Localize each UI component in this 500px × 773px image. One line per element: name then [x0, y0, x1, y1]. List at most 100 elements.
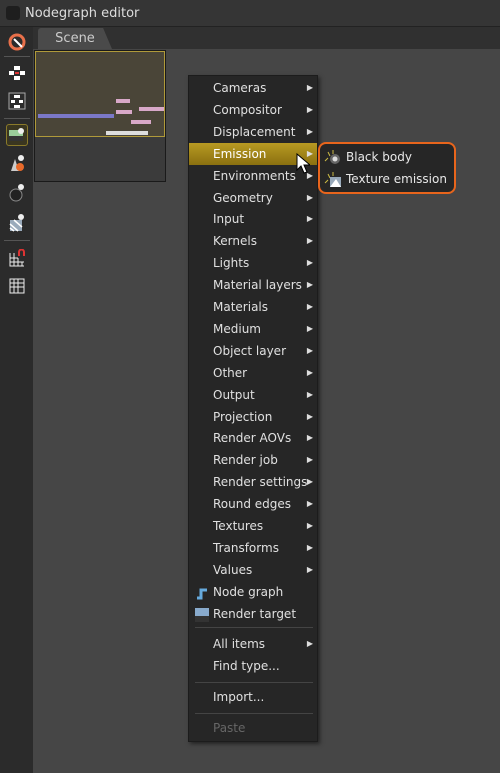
menu-item-label: Object layer [213, 343, 287, 358]
menu-item-label: Output [213, 387, 255, 402]
submenu-arrow-icon: ▶ [306, 280, 313, 290]
submenu-arrow-icon: ▶ [306, 323, 313, 333]
menu-item-transforms[interactable]: Transforms ▶ [189, 537, 317, 559]
geometry-icon[interactable] [6, 153, 28, 175]
menu-item-textures[interactable]: Textures ▶ [189, 515, 317, 537]
menu-item-medium[interactable]: Medium ▶ [189, 318, 317, 340]
menu-item-import[interactable]: Import... [189, 686, 317, 708]
menu-separator [195, 682, 313, 683]
menu-item-label: Render settings [213, 475, 308, 490]
submenu-arrow-icon: ▶ [306, 83, 313, 92]
expand-nodes-icon[interactable] [6, 62, 28, 84]
menu-item-node-graph[interactable]: Node graph [189, 581, 317, 603]
menu-item-label: Materials [213, 300, 269, 314]
menu-item-all-items[interactable]: All items ▶ [189, 633, 317, 655]
menu-item-render-target[interactable]: Render target [189, 603, 317, 625]
submenu-arrow-icon: ▶ [306, 104, 313, 114]
menu-item-label: Textures [213, 519, 264, 533]
navigator-thumbnail[interactable] [34, 50, 166, 182]
menu-item-label: Paste [213, 721, 246, 735]
menu-item-label: Displacement [213, 124, 296, 139]
tab-scene[interactable]: Scene [38, 28, 112, 49]
submenu-arrow-icon: ▶ [306, 433, 313, 443]
menu-item-render-settings[interactable]: Render settings ▶ [189, 471, 317, 493]
black-body-icon [324, 149, 342, 165]
node-mini [106, 131, 148, 135]
menu-separator [195, 627, 313, 628]
submenu-arrow-icon: ▶ [306, 499, 313, 509]
menu-item-label: Environments [213, 168, 296, 183]
menu-item-projection[interactable]: Projection ▶ [189, 406, 317, 428]
menu-item-render-job[interactable]: Render job ▶ [189, 449, 317, 471]
menu-item-label: Kernels [213, 234, 257, 249]
node-mini [131, 120, 151, 124]
node-mini [116, 99, 130, 103]
submenu-arrow-icon: ▶ [306, 258, 313, 268]
menu-item-label: Material layers [213, 278, 302, 293]
window-title: Nodegraph editor [25, 5, 140, 21]
menu-item-kernels[interactable]: Kernels ▶ [189, 230, 317, 252]
menu-item-label: Input [213, 212, 245, 227]
menu-item-black-body[interactable]: Black body [324, 146, 412, 168]
menu-item-output[interactable]: Output ▶ [189, 384, 317, 406]
submenu-arrow-icon: ▶ [306, 214, 313, 224]
menu-item-material-layers[interactable]: Material layers ▶ [189, 274, 317, 296]
menu-item-label: Round edges [213, 497, 292, 512]
node-mini [139, 107, 164, 111]
material-icon[interactable] [6, 182, 28, 204]
menu-item-object-layer[interactable]: Object layer ▶ [189, 340, 317, 362]
emission-submenu: Black body Texture emission [318, 142, 456, 194]
title-bar: Nodegraph editor [0, 0, 500, 27]
texture-icon[interactable] [6, 212, 28, 234]
context-menu: Cameras ▶ Compositor ▶ Displacement ▶ Emission… [188, 75, 318, 742]
menu-item-values[interactable]: Values ▶ [189, 559, 317, 581]
grid-icon[interactable] [6, 275, 28, 297]
menu-item-paste: Paste [189, 717, 317, 739]
menu-item-label: Render AOVs [213, 431, 292, 446]
menu-item-label: Import... [213, 690, 265, 704]
menu-item-geometry[interactable]: Geometry ▶ [189, 187, 317, 209]
submenu-arrow-icon: ▶ [306, 367, 313, 377]
node-mini [116, 110, 132, 114]
menu-separator [195, 713, 313, 714]
menu-item-label: Black body [346, 150, 412, 164]
submenu-arrow-icon: ▶ [306, 192, 313, 202]
menu-item-texture-emission[interactable]: Texture emission [324, 168, 447, 190]
render-target-icon[interactable] [6, 124, 28, 146]
node-graph-icon [195, 585, 209, 600]
menu-item-materials[interactable]: Materials ▶ [189, 296, 317, 318]
menu-item-input[interactable]: Input ▶ [189, 208, 317, 230]
unlink-icon[interactable] [6, 31, 28, 53]
menu-item-render-aovs[interactable]: Render AOVs ▶ [189, 427, 317, 449]
submenu-arrow-icon: ▶ [306, 455, 313, 465]
menu-item-label: Geometry [213, 190, 273, 205]
menu-item-cameras[interactable]: Cameras ▶ [189, 77, 317, 99]
menu-item-label: Emission [213, 146, 267, 161]
collapse-nodes-icon[interactable] [6, 90, 28, 112]
submenu-arrow-icon: ▶ [306, 236, 313, 246]
menu-item-label: Medium [213, 321, 261, 336]
submenu-arrow-icon: ▶ [306, 389, 313, 399]
menu-item-label: Compositor [213, 102, 282, 117]
menu-item-find-type[interactable]: Find type... [189, 655, 317, 677]
menu-item-label: Node graph [213, 584, 284, 599]
navigator-viewport[interactable] [35, 51, 165, 137]
menu-item-displacement[interactable]: Displacement ▶ [189, 121, 317, 143]
menu-item-round-edges[interactable]: Round edges ▶ [189, 493, 317, 515]
menu-item-lights[interactable]: Lights ▶ [189, 252, 317, 274]
menu-item-other[interactable]: Other ▶ [189, 362, 317, 384]
window-checkbox[interactable] [6, 6, 20, 20]
left-toolbar [0, 27, 33, 773]
menu-item-label: Transforms [213, 540, 279, 555]
submenu-arrow-icon: ▶ [306, 542, 313, 552]
submenu-arrow-icon: ▶ [306, 302, 313, 311]
render-target-icon [195, 607, 209, 622]
menu-item-label: Other [213, 365, 248, 380]
menu-item-label: Find type... [213, 659, 280, 673]
menu-item-label: Values [213, 562, 253, 577]
menu-item-label: Render target [213, 606, 297, 621]
submenu-arrow-icon: ▶ [306, 345, 313, 355]
menu-item-compositor[interactable]: Compositor ▶ [189, 99, 317, 121]
menu-item-label: Render job [213, 453, 278, 468]
snap-grid-icon[interactable] [6, 247, 28, 269]
